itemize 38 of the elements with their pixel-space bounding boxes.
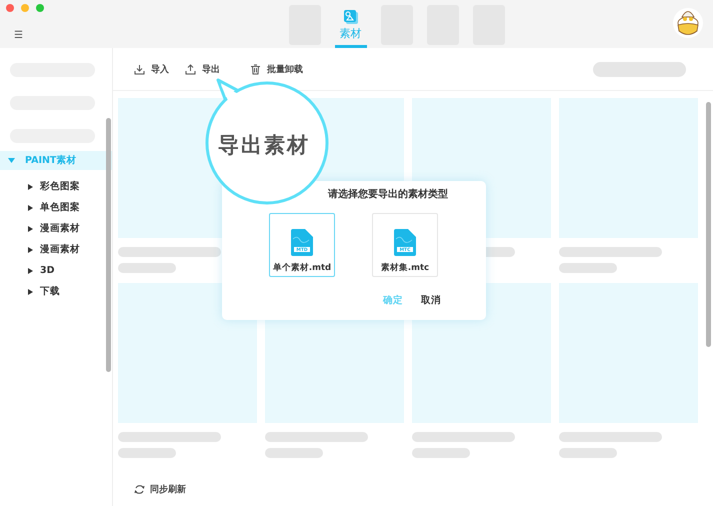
tree-item[interactable]: 彩色图案: [0, 176, 112, 197]
scrollbar[interactable]: [106, 118, 111, 372]
tree-item[interactable]: 漫画素材: [0, 239, 112, 260]
caret-icon: [28, 268, 33, 274]
caret-icon: [28, 184, 33, 190]
skeleton-bar: [118, 263, 176, 273]
close-button[interactable]: [6, 4, 14, 12]
skeleton-bar: [559, 448, 617, 458]
caret-icon: [28, 226, 33, 232]
tree-item[interactable]: 3D: [0, 260, 112, 281]
refresh-icon: [134, 484, 145, 494]
scrollbar[interactable]: [706, 102, 711, 347]
tree-item[interactable]: 漫画素材: [0, 218, 112, 239]
caret-icon: [28, 288, 33, 294]
caret-icon: [28, 246, 33, 252]
skeleton-bar: [118, 448, 176, 458]
caret-icon: [28, 204, 33, 210]
image-icon: [342, 9, 358, 25]
skeleton-bar: [412, 448, 470, 458]
download-icon: [134, 64, 145, 74]
caret-icon: [8, 157, 15, 164]
zoom-button[interactable]: [36, 4, 44, 12]
menu-icon[interactable]: ☰: [14, 30, 23, 42]
tree-item[interactable]: 下载: [0, 281, 112, 302]
tree-item[interactable]: 单色图案: [0, 197, 112, 218]
callout-text: 导出素材: [218, 132, 310, 159]
minimize-button[interactable]: [21, 4, 29, 12]
toolbar-button[interactable]: 导入: [133, 60, 170, 78]
skeleton-bar: [559, 263, 617, 273]
trash-icon: [250, 64, 261, 74]
avatar-drawing[interactable]: [673, 8, 703, 38]
toolbar-button[interactable]: 批量卸载: [249, 60, 304, 78]
sync-button[interactable]: 同步刷新: [133, 480, 187, 498]
upload-icon: [185, 64, 196, 74]
dialog-title: 请选择您要导出的素材类型: [328, 188, 449, 201]
dialog-button[interactable]: 取消: [418, 292, 444, 309]
skeleton-bar: [265, 448, 323, 458]
toolbar-button[interactable]: 导出: [184, 60, 221, 78]
